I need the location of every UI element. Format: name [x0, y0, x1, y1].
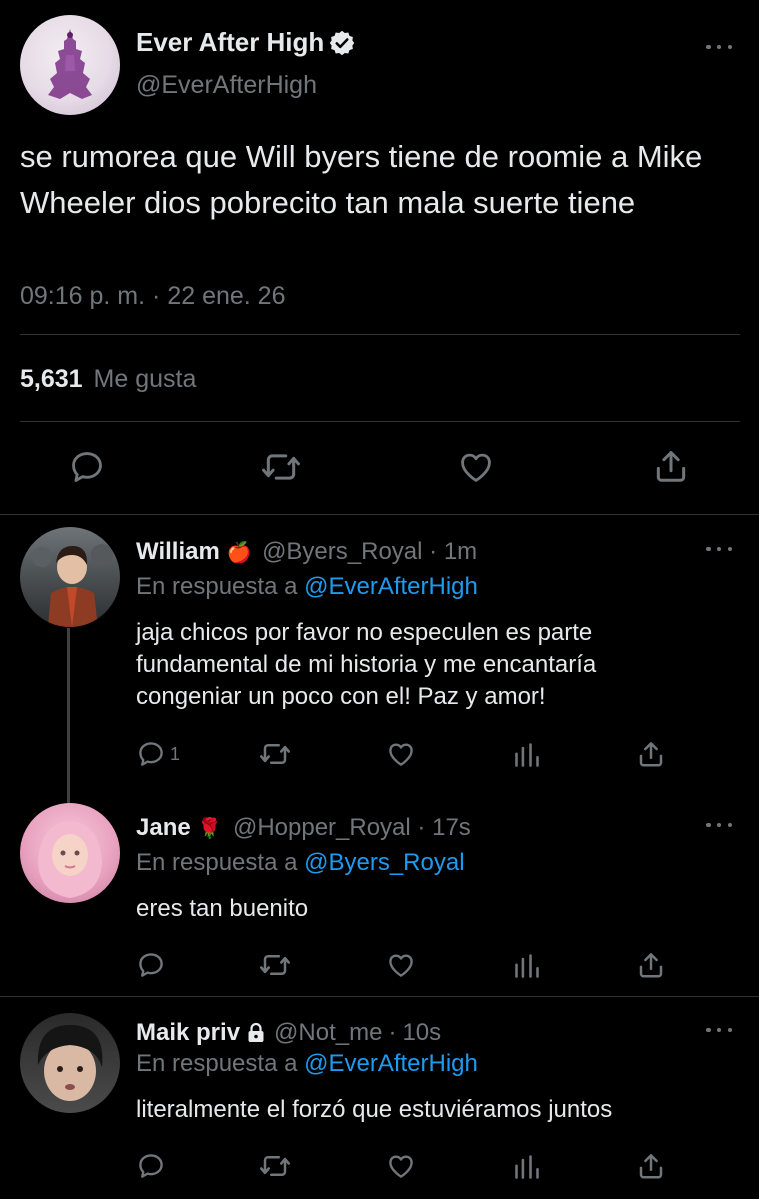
more-options-icon[interactable]: [706, 43, 732, 51]
like-icon[interactable]: [385, 950, 417, 980]
reply-icon[interactable]: [136, 950, 166, 980]
reply-header: William 🍎 @Byers_Royal · 1m: [136, 538, 478, 565]
william-photo-icon: [32, 544, 113, 627]
like-icon[interactable]: [385, 739, 417, 769]
reply-icon[interactable]: [136, 1151, 166, 1181]
retweet-icon[interactable]: [258, 950, 292, 980]
reply-context: En respuesta a @EverAfterHigh: [136, 573, 478, 600]
avatar-jane[interactable]: [20, 803, 120, 903]
avatar-william[interactable]: [20, 527, 120, 627]
apple-emoji-icon: 🍎: [226, 542, 252, 564]
divider: [20, 334, 740, 335]
reply-text: eres tan buenito: [136, 895, 309, 922]
reply-context: En respuesta a @EverAfterHigh: [136, 1050, 478, 1077]
thread-line: [67, 628, 70, 804]
likes-stat[interactable]: 5,631 Me gusta: [20, 365, 196, 394]
retweet-icon[interactable]: [260, 448, 302, 486]
analytics-icon[interactable]: [513, 741, 541, 769]
retweet-icon[interactable]: [258, 1151, 292, 1181]
author-handle[interactable]: @EverAfterHigh: [136, 71, 317, 100]
castle-logo-icon: [48, 29, 92, 99]
rose-emoji-icon: 🌹: [197, 818, 223, 840]
reply-text: literalmente el forzó que estuviéramos j…: [136, 1096, 613, 1123]
reply-icon[interactable]: 1: [136, 739, 180, 769]
retweet-icon[interactable]: [258, 739, 292, 769]
avatar-ever-after-high[interactable]: [20, 15, 120, 115]
divider: [0, 514, 759, 515]
share-icon[interactable]: [636, 1151, 666, 1181]
maik-photo-icon: [37, 1025, 103, 1101]
like-icon[interactable]: [456, 448, 496, 486]
share-icon[interactable]: [652, 446, 690, 486]
share-icon[interactable]: [636, 739, 666, 769]
more-options-icon[interactable]: [706, 1026, 732, 1034]
more-options-icon[interactable]: [706, 545, 732, 553]
avatar-maik[interactable]: [20, 1013, 120, 1113]
reply-header: Maik priv @Not_me · 10s: [136, 1019, 442, 1046]
share-icon[interactable]: [636, 950, 666, 980]
reply-context: En respuesta a @Byers_Royal: [136, 849, 465, 876]
reply-header: Jane 🌹 @Hopper_Royal · 17s: [136, 814, 471, 841]
more-options-icon[interactable]: [706, 821, 732, 829]
tweet-text: se rumorea que Will byers tiene de roomi…: [20, 139, 703, 220]
verified-badge-icon: [328, 29, 356, 57]
reply-text: jaja chicos por favor no especulen es pa…: [136, 619, 597, 710]
divider: [0, 996, 759, 997]
lock-icon: [244, 1021, 268, 1045]
analytics-icon[interactable]: [513, 952, 541, 980]
reply-count: 1: [170, 743, 181, 764]
reply-icon[interactable]: [68, 448, 106, 486]
divider: [20, 421, 740, 422]
analytics-icon[interactable]: [513, 1153, 541, 1181]
tweet-timestamp[interactable]: 09:16 p. m. · 22 ene. 26: [20, 282, 285, 311]
like-icon[interactable]: [385, 1151, 417, 1181]
author-name[interactable]: Ever After High: [136, 27, 356, 58]
jane-photo-icon: [38, 821, 102, 898]
